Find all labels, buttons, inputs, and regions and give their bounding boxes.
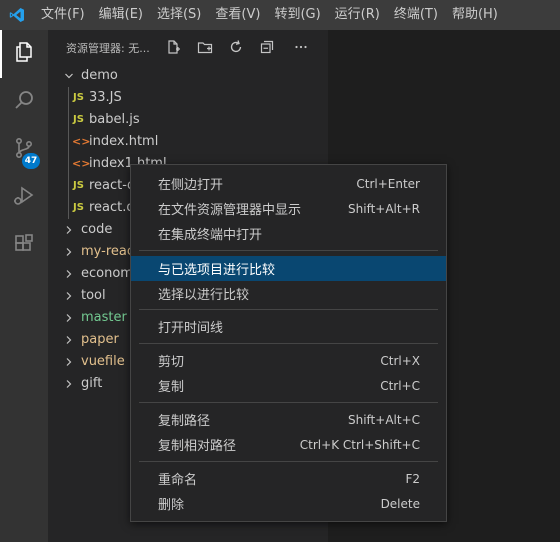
menu-open-to-side[interactable]: 在侧边打开 Ctrl+Enter — [131, 171, 446, 196]
new-file-icon[interactable] — [164, 38, 182, 56]
menu-item-label: 复制 — [158, 380, 185, 395]
menu-item-shortcut: Shift+Alt+C — [347, 412, 420, 427]
menu-item-shortcut: Shift+Alt+R — [348, 201, 420, 216]
chevron-right-icon — [62, 373, 76, 395]
files-icon — [12, 40, 36, 68]
search-button[interactable] — [0, 78, 48, 126]
menu-item-label: 在集成终端中打开 — [158, 228, 263, 243]
menu-compare-with-selected[interactable]: 与已选项目进行比较 — [131, 256, 446, 281]
scm-count-badge: 47 — [22, 153, 40, 169]
menu-item-label: 复制路径 — [158, 414, 211, 429]
menu-separator — [139, 309, 438, 310]
vscode-logo-icon — [0, 0, 34, 30]
explorer-button[interactable] — [0, 30, 48, 78]
menu-open-timeline[interactable]: 打开时间线 — [131, 314, 446, 339]
tree-label: code — [81, 222, 113, 237]
menu-selection[interactable]: 选择(S) — [150, 0, 208, 30]
menu-item-label: 剪切 — [158, 355, 185, 370]
tree-label: 33.JS — [89, 90, 122, 105]
tree-label: master — [81, 310, 127, 325]
activity-bar: 47 — [0, 30, 48, 542]
menu-rename[interactable]: 重命名 F2 — [131, 466, 446, 491]
chevron-down-icon — [62, 65, 76, 87]
menu-item-shortcut: Ctrl+K Ctrl+Shift+C — [299, 437, 420, 452]
chevron-right-icon — [62, 351, 76, 373]
tree-label: index.html — [89, 134, 159, 149]
chevron-right-icon — [62, 263, 76, 285]
title-bar: 文件(F) 编辑(E) 选择(S) 查看(V) 转到(G) 运行(R) 终端(T… — [0, 0, 560, 30]
html-file-icon: <> — [72, 157, 91, 170]
js-file-icon: JS — [73, 114, 84, 125]
menu-select-for-compare[interactable]: 选择以进行比较 — [131, 281, 446, 306]
chevron-right-icon — [62, 219, 76, 241]
menu-cut[interactable]: 剪切 Ctrl+X — [131, 348, 446, 373]
tree-file[interactable]: <> index.html — [48, 131, 328, 153]
menu-file[interactable]: 文件(F) — [34, 0, 92, 30]
menu-open-in-terminal[interactable]: 在集成终端中打开 — [131, 221, 446, 246]
search-icon — [12, 88, 36, 116]
menu-run[interactable]: 运行(R) — [328, 0, 387, 30]
menu-item-shortcut: Ctrl+C — [380, 378, 420, 393]
tree-label: react-d — [89, 178, 136, 193]
source-control-button[interactable]: 47 — [0, 126, 48, 174]
menu-separator — [139, 402, 438, 403]
menu-item-label: 在侧边打开 — [158, 178, 224, 193]
context-menu: 在侧边打开 Ctrl+Enter 在文件资源管理器中显示 Shift+Alt+R… — [130, 164, 447, 522]
menu-copy-path[interactable]: 复制路径 Shift+Alt+C — [131, 407, 446, 432]
menu-terminal[interactable]: 终端(T) — [387, 0, 445, 30]
menu-delete[interactable]: 删除 Delete — [131, 491, 446, 516]
html-file-icon: <> — [72, 135, 91, 148]
tree-label: demo — [81, 68, 118, 83]
tree-file[interactable]: JS 33.JS — [48, 87, 328, 109]
extensions-icon — [12, 232, 36, 260]
explorer-title: 资源管理器: 无... — [66, 42, 150, 55]
js-file-icon: JS — [73, 92, 84, 103]
menu-item-label: 删除 — [158, 498, 185, 513]
explorer-header: 资源管理器: 无... — [48, 30, 328, 65]
menu-help[interactable]: 帮助(H) — [445, 0, 505, 30]
tree-label: babel.js — [89, 112, 140, 127]
menu-item-label: 打开时间线 — [158, 321, 224, 336]
chevron-right-icon — [62, 285, 76, 307]
menu-copy-relative-path[interactable]: 复制相对路径 Ctrl+K Ctrl+Shift+C — [131, 432, 446, 457]
collapse-all-icon[interactable] — [258, 38, 276, 56]
tree-label: vuefile — [81, 354, 125, 369]
menu-view[interactable]: 查看(V) — [208, 0, 267, 30]
more-actions-icon[interactable] — [292, 38, 310, 56]
menu-item-shortcut: Ctrl+X — [380, 353, 420, 368]
menu-separator — [139, 250, 438, 251]
tree-label: gift — [81, 376, 103, 391]
menu-reveal-in-explorer[interactable]: 在文件资源管理器中显示 Shift+Alt+R — [131, 196, 446, 221]
menu-item-label: 在文件资源管理器中显示 — [158, 203, 302, 218]
tree-label: paper — [81, 332, 119, 347]
refresh-icon[interactable] — [227, 38, 245, 56]
menu-item-shortcut: Delete — [380, 496, 420, 511]
menu-item-label: 复制相对路径 — [158, 439, 237, 454]
menu-separator — [139, 343, 438, 344]
menu-go[interactable]: 转到(G) — [267, 0, 327, 30]
menu-item-label: 选择以进行比较 — [158, 288, 250, 303]
tree-folder-demo[interactable]: demo — [48, 65, 328, 87]
run-debug-icon — [12, 184, 36, 212]
tree-label: tool — [81, 288, 106, 303]
menu-separator — [139, 461, 438, 462]
chevron-right-icon — [62, 329, 76, 351]
menu-item-label: 与已选项目进行比较 — [158, 263, 276, 278]
new-folder-icon[interactable] — [196, 38, 214, 56]
js-file-icon: JS — [73, 180, 84, 191]
js-file-icon: JS — [73, 202, 84, 213]
menu-item-shortcut: F2 — [405, 471, 420, 486]
tree-file[interactable]: JS babel.js — [48, 109, 328, 131]
menu-item-label: 重命名 — [158, 473, 198, 488]
run-debug-button[interactable] — [0, 174, 48, 222]
chevron-right-icon — [62, 241, 76, 263]
chevron-right-icon — [62, 307, 76, 329]
extensions-button[interactable] — [0, 222, 48, 270]
menu-item-shortcut: Ctrl+Enter — [356, 176, 420, 191]
menu-edit[interactable]: 编辑(E) — [92, 0, 150, 30]
menu-copy[interactable]: 复制 Ctrl+C — [131, 373, 446, 398]
